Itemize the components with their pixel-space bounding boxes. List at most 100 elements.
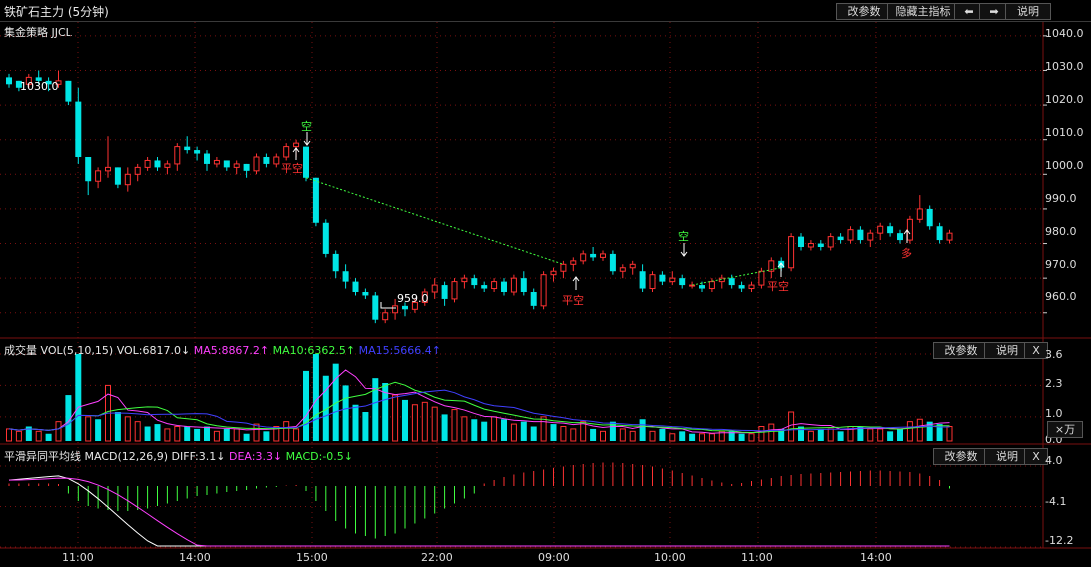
candle-body xyxy=(936,226,943,241)
candle-body xyxy=(204,153,210,164)
macd-name: 平滑异同平均线 MACD(12,26,9) xyxy=(4,450,169,463)
candle-body xyxy=(283,146,290,158)
candle-body xyxy=(550,270,557,276)
volume-header: 成交量 VOL(5,10,15) VOL:6817.0↓ MA5:8867.2↑… xyxy=(4,342,441,358)
volume-bar xyxy=(184,426,191,441)
volume-bar xyxy=(906,421,913,442)
volume-bar xyxy=(520,421,527,441)
volume-bar xyxy=(263,431,270,441)
time-tick: 14:00 xyxy=(860,551,892,564)
volume-bar xyxy=(352,404,359,441)
candle-body xyxy=(629,263,636,269)
volume-bar xyxy=(639,419,646,441)
candle-body xyxy=(897,233,903,241)
volume-bar xyxy=(233,428,240,442)
unit-toggle-button[interactable]: ×万 xyxy=(1047,421,1083,438)
candle-body xyxy=(65,80,72,102)
volume-vol: VOL:6817.0↓ xyxy=(116,344,191,357)
volume-bar xyxy=(342,385,349,441)
time-tick: 14:00 xyxy=(179,551,211,564)
volume-bar xyxy=(411,404,418,442)
price-tick: 1000.0 xyxy=(1045,159,1084,172)
volume-bar xyxy=(768,423,775,442)
volume-bar xyxy=(75,354,82,441)
candle-body xyxy=(303,146,309,178)
candle-body xyxy=(906,218,913,241)
candle-body xyxy=(570,260,577,265)
volume-bar xyxy=(580,421,587,442)
candle-body xyxy=(926,208,933,227)
volume-bar xyxy=(491,416,498,442)
price-tick: 960.0 xyxy=(1045,290,1077,303)
candle-body xyxy=(342,271,349,282)
candle-body xyxy=(332,253,339,272)
candle-body xyxy=(451,281,458,300)
candle-body xyxy=(233,163,240,168)
price-tick: 980.0 xyxy=(1045,225,1077,238)
candle-body xyxy=(669,277,676,283)
price-tick: 970.0 xyxy=(1045,258,1077,271)
candle-body xyxy=(124,173,131,186)
candle-body xyxy=(649,274,656,290)
candle-body xyxy=(659,274,666,282)
volume-bar xyxy=(867,428,874,442)
volume-bar xyxy=(570,428,577,442)
candle-body xyxy=(312,177,319,223)
volume-bar xyxy=(669,433,676,442)
candle-body xyxy=(491,281,498,290)
candle-body xyxy=(184,146,191,151)
volume-params-button[interactable]: 改参数 xyxy=(933,342,989,359)
candle-body xyxy=(164,163,171,168)
volume-bar xyxy=(223,428,230,441)
volume-bar xyxy=(461,416,468,442)
candle-body xyxy=(609,253,616,272)
macd-tick: -4.1 xyxy=(1045,495,1067,508)
volume-ma5: MA5:8867.2↑ xyxy=(193,344,270,357)
macd-value: MACD:-0.5↓ xyxy=(285,450,354,463)
volume-bar xyxy=(629,430,636,442)
candle-body xyxy=(679,278,686,286)
volume-bar xyxy=(213,430,220,442)
candle-body xyxy=(590,253,597,258)
volume-bar xyxy=(738,433,745,441)
volume-bar xyxy=(253,423,260,442)
candle-body xyxy=(471,278,478,286)
candle-body xyxy=(807,243,814,248)
volume-bar xyxy=(916,418,923,442)
candle-body xyxy=(362,292,369,296)
volume-bar xyxy=(887,431,894,441)
volume-bar xyxy=(758,426,765,442)
volume-bar xyxy=(243,433,250,441)
volume-bar xyxy=(837,431,844,441)
volume-bar xyxy=(362,412,369,441)
volume-bar xyxy=(550,424,557,441)
volume-bar xyxy=(35,430,42,442)
candle-body xyxy=(134,166,141,175)
time-tick: 11:00 xyxy=(62,551,94,564)
dea-line xyxy=(8,477,950,547)
candle-body xyxy=(847,229,854,241)
signal-pingkong: 平空 xyxy=(767,280,789,293)
volume-bar xyxy=(372,378,379,441)
volume-bar xyxy=(55,421,62,442)
candle-body xyxy=(946,232,953,241)
candle-body xyxy=(748,284,755,290)
macd-params-button[interactable]: 改参数 xyxy=(933,448,989,465)
volume-bar xyxy=(124,416,131,442)
candle-body xyxy=(708,281,715,290)
volume-bar xyxy=(471,419,478,441)
candle-body xyxy=(481,285,488,289)
candle-body xyxy=(827,236,834,248)
volume-bar xyxy=(154,424,161,441)
candle-body xyxy=(441,285,448,299)
candle-body xyxy=(758,270,765,286)
volume-tick: 2.3 xyxy=(1045,377,1063,390)
volume-bar xyxy=(501,419,507,441)
volume-bar xyxy=(421,401,428,442)
volume-ma15: MA15:5666.4↑ xyxy=(358,344,442,357)
candle-body xyxy=(857,229,864,241)
volume-bar xyxy=(600,430,606,442)
volume-bar xyxy=(204,426,210,441)
candle-body xyxy=(510,277,517,293)
candle-body xyxy=(639,271,646,289)
